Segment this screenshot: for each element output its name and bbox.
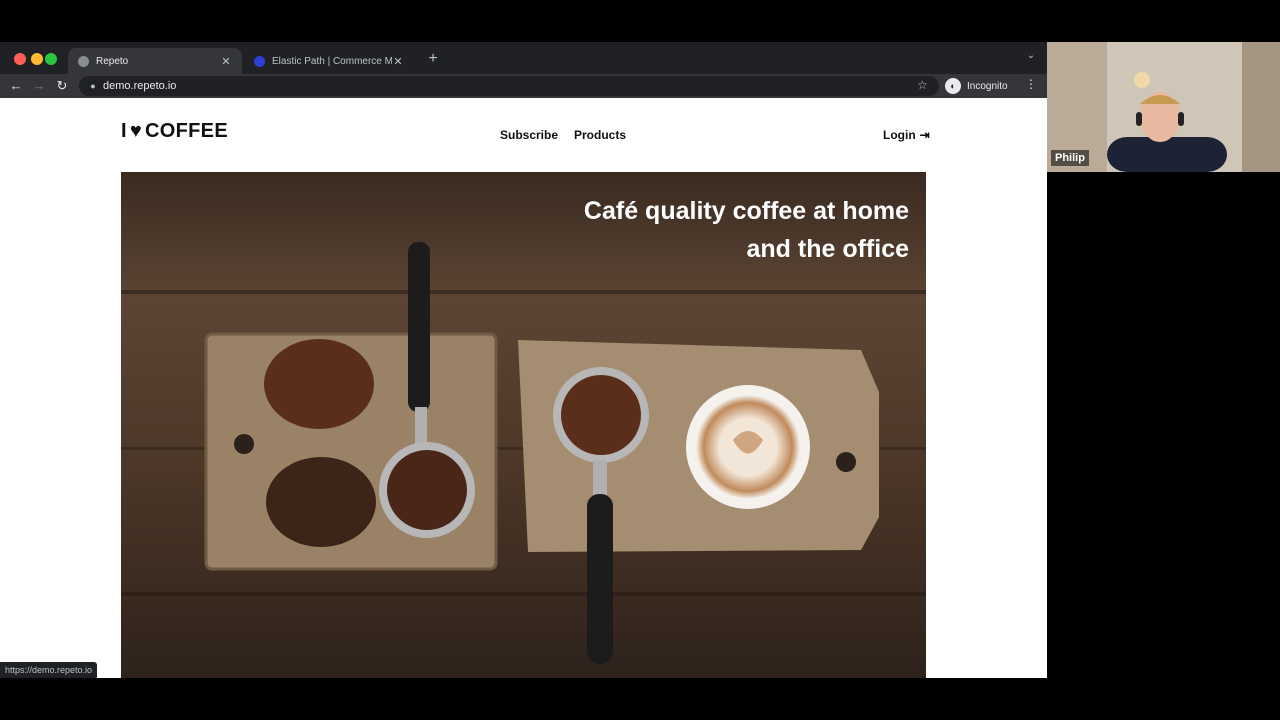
- url-text: demo.repeto.io: [103, 80, 177, 92]
- reload-icon[interactable]: ↻: [53, 77, 71, 95]
- browser-window: Repeto ✕ Elastic Path | Commerce Mana ✕ …: [0, 42, 1047, 678]
- tab-strip: Repeto ✕ Elastic Path | Commerce Mana ✕ …: [0, 42, 1047, 74]
- participant-name: Philip: [1051, 150, 1089, 166]
- forward-arrow-icon[interactable]: →: [30, 77, 48, 95]
- hero-banner: Café quality coffee at home and the offi…: [121, 172, 926, 678]
- address-bar[interactable]: ● demo.repeto.io ☆: [79, 76, 939, 96]
- tab-title: Repeto: [96, 55, 129, 67]
- link-status-bar: https://demo.repeto.io: [0, 662, 98, 678]
- globe-icon: [78, 55, 89, 67]
- close-tab-icon[interactable]: ✕: [220, 55, 232, 68]
- nav-products-link[interactable]: Products: [574, 128, 626, 142]
- new-tab-button[interactable]: +: [424, 48, 442, 70]
- hero-heading: Café quality coffee at home and the offi…: [584, 192, 909, 268]
- back-arrow-icon[interactable]: ←: [7, 77, 25, 95]
- kebab-menu-icon[interactable]: ⋮: [1024, 77, 1038, 91]
- minimize-window-button[interactable]: [31, 53, 43, 65]
- hero-heading-line1: Café quality coffee at home: [583, 197, 909, 225]
- screen: Repeto ✕ Elastic Path | Commerce Mana ✕ …: [0, 0, 1280, 720]
- video-tile: Philip: [1047, 42, 1280, 172]
- incognito-indicator[interactable]: ◐ Incognito: [945, 76, 1008, 96]
- incognito-label: Incognito: [967, 80, 1008, 92]
- incognito-icon: ◐: [945, 78, 961, 94]
- heart-icon: ♥: [129, 120, 143, 142]
- site-logo[interactable]: I ♥ COFFEE: [121, 120, 228, 143]
- logo-text-right: COFFEE: [145, 120, 228, 142]
- login-link[interactable]: Login ⇥: [883, 128, 930, 142]
- close-window-button[interactable]: [14, 53, 26, 65]
- nav-subscribe-link[interactable]: Subscribe: [500, 128, 558, 142]
- login-label: Login: [883, 128, 916, 142]
- tab-repeto[interactable]: Repeto ✕: [68, 48, 242, 74]
- logo-text-left: I: [121, 120, 127, 142]
- login-arrow-icon: ⇥: [919, 128, 930, 142]
- hero-heading-line2: and the office: [746, 235, 909, 263]
- elastic-path-icon: [254, 55, 265, 67]
- tab-search-icon[interactable]: ⌄: [1024, 50, 1038, 66]
- bookmark-star-icon[interactable]: ☆: [917, 78, 928, 92]
- lock-icon[interactable]: ●: [87, 80, 99, 92]
- close-tab-icon[interactable]: ✕: [392, 55, 404, 68]
- maximize-window-button[interactable]: [45, 53, 57, 65]
- tab-elastic-path[interactable]: Elastic Path | Commerce Mana ✕: [244, 48, 414, 74]
- tab-title: Elastic Path | Commerce Mana: [272, 55, 392, 67]
- web-page: I ♥ COFFEE Subscribe Products Login ⇥ Ca…: [0, 98, 1047, 678]
- browser-toolbar: ← → ↻ ● demo.repeto.io ☆ ◐ Incognito ⋮: [0, 74, 1047, 98]
